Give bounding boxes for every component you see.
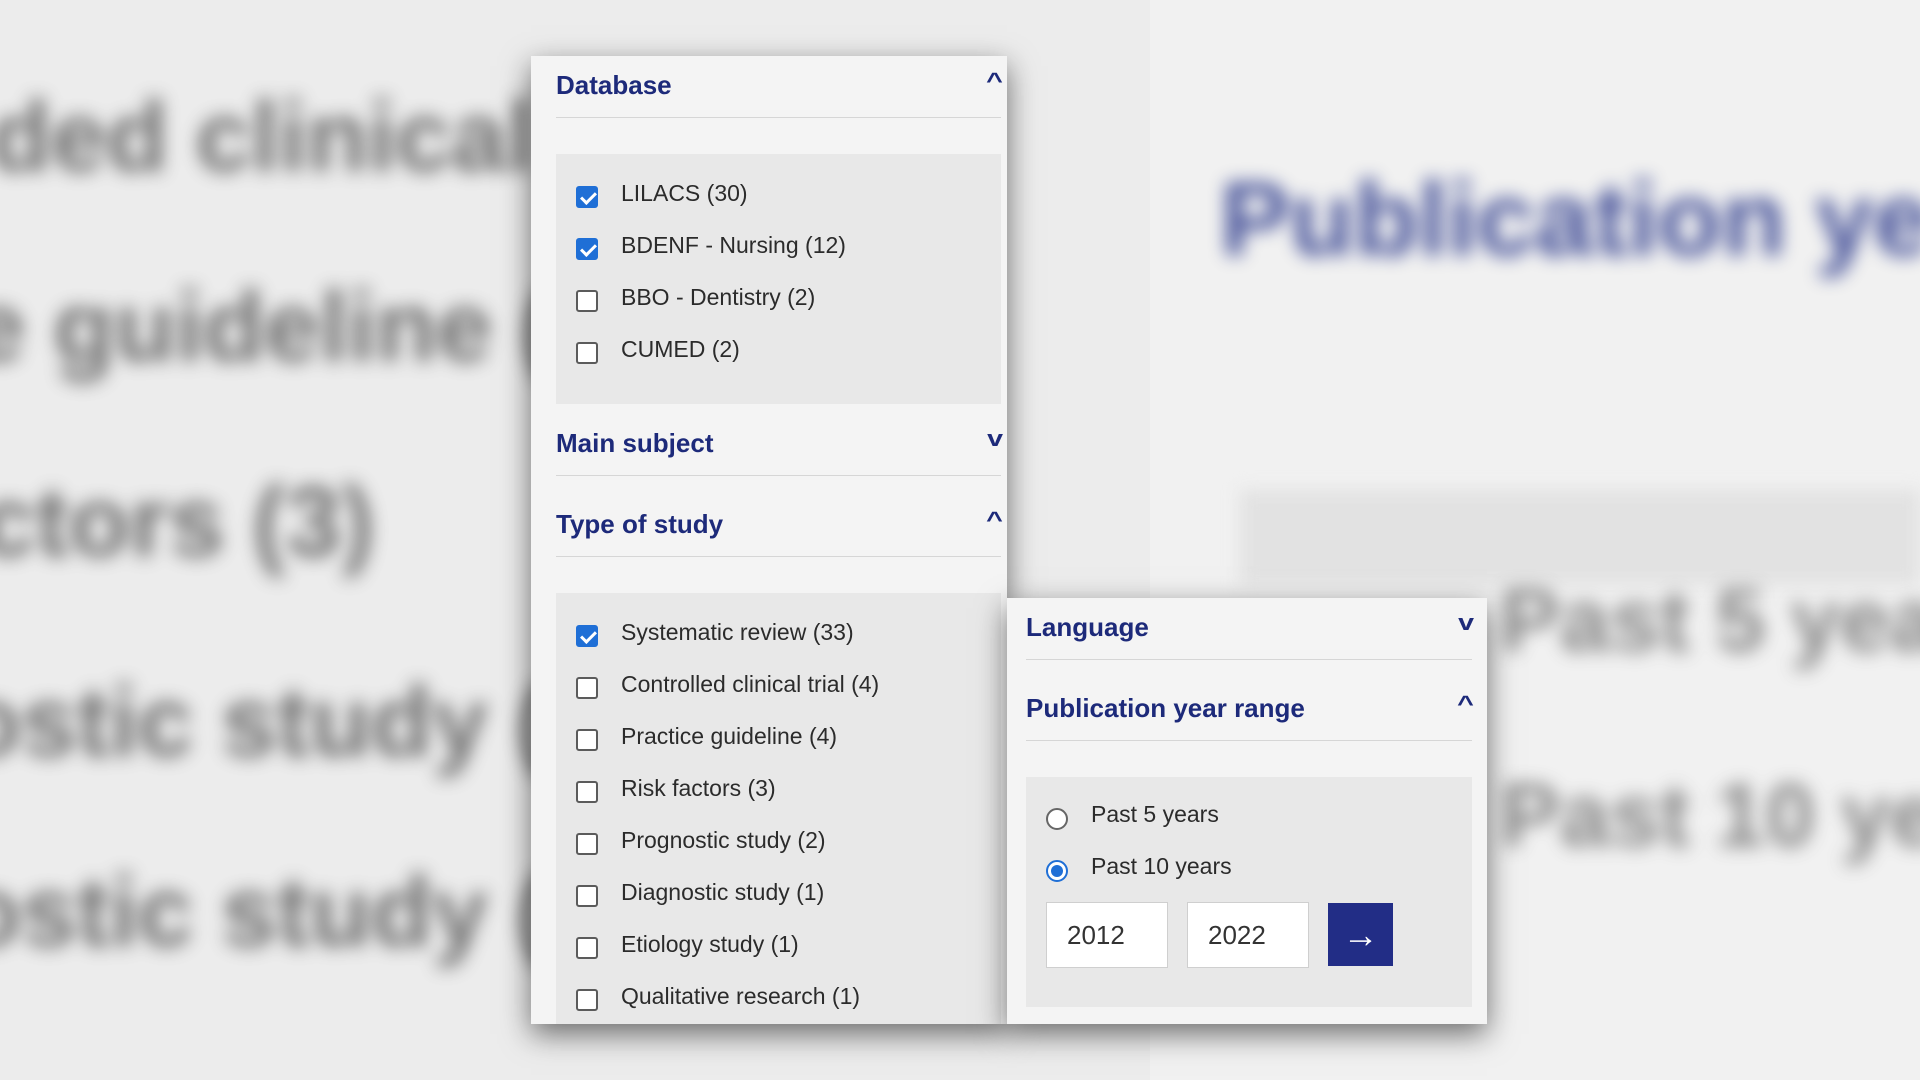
option-label: Diagnostic study (1) [621, 879, 825, 905]
checkbox-systematic-review[interactable] [576, 625, 598, 647]
option-label: Past 5 years [1091, 801, 1219, 827]
background-text: ostic study (2 [0, 666, 605, 778]
language-title: Language [1026, 612, 1149, 642]
background-text: ctors (3) [0, 466, 375, 578]
filter-panel-left: Database ^ LILACS (30) BDENF - Nursing (… [531, 56, 1007, 1024]
type-of-study-title: Type of study [556, 509, 724, 539]
checkbox-practice-guideline[interactable] [576, 729, 598, 751]
from-year-input[interactable]: 2012 [1046, 902, 1168, 968]
background-text: Publication ye [1220, 161, 1920, 278]
type-of-study-header[interactable]: Type of study ^ [556, 495, 1003, 557]
option-label: Risk factors (3) [621, 775, 776, 801]
chevron-up-icon[interactable]: ^ [986, 509, 1003, 531]
option-label: LILACS (30) [621, 180, 748, 206]
radio-past-5-years[interactable] [1046, 808, 1068, 830]
background-text: e guideline (4 [0, 271, 610, 383]
radio-past-10-years[interactable] [1046, 860, 1068, 882]
option-label: Qualitative research (1) [621, 983, 861, 1009]
publication-year-range-header[interactable]: Publication year range ^ [1026, 679, 1474, 741]
apply-year-range-button[interactable]: → [1328, 903, 1393, 966]
chevron-up-icon[interactable]: ^ [986, 70, 1003, 92]
option-label: Prognostic study (2) [621, 827, 826, 853]
filter-panel-right: Language v Publication year range ^ Past… [1007, 598, 1487, 1024]
background-text: Past 5 years [1500, 571, 1920, 671]
main-subject-header[interactable]: Main subject v [556, 414, 1003, 476]
option-label: BBO - Dentistry (2) [621, 284, 816, 310]
arrow-right-icon: → [1342, 914, 1379, 955]
chevron-down-icon[interactable]: v [987, 428, 1003, 450]
option-label: Past 10 years [1091, 853, 1232, 879]
option-label: BDENF - Nursing (12) [621, 232, 846, 258]
database-header[interactable]: Database ^ [556, 56, 1003, 118]
checkbox-cumed[interactable] [576, 342, 598, 364]
background-text: Past 10 years [1500, 766, 1920, 866]
checkbox-diagnostic-study[interactable] [576, 885, 598, 907]
database-options: LILACS (30) BDENF - Nursing (12) BBO - D… [556, 154, 1001, 404]
option-label: Systematic review (33) [621, 619, 854, 645]
checkbox-prognostic-study[interactable] [576, 833, 598, 855]
option-label: Etiology study (1) [621, 931, 799, 957]
chevron-up-icon[interactable]: ^ [1457, 693, 1474, 715]
checkbox-risk-factors[interactable] [576, 781, 598, 803]
language-header[interactable]: Language v [1026, 598, 1474, 660]
checkbox-etiology-study[interactable] [576, 937, 598, 959]
background-text: ostic study (1 [0, 856, 605, 968]
publication-year-range-title: Publication year range [1026, 693, 1305, 723]
main-subject-title: Main subject [556, 428, 714, 458]
to-year-input[interactable]: 2022 [1187, 902, 1309, 968]
chevron-down-icon[interactable]: v [1458, 612, 1474, 634]
checkbox-qualitative-research[interactable] [576, 989, 598, 1011]
year-range-options: Past 5 years Past 10 years 2012 2022 → [1026, 777, 1472, 1007]
checkbox-lilacs[interactable] [576, 186, 598, 208]
checkbox-bbo[interactable] [576, 290, 598, 312]
checkbox-controlled-clinical-trial[interactable] [576, 677, 598, 699]
option-label: Practice guideline (4) [621, 723, 838, 749]
option-label: CUMED (2) [621, 336, 740, 362]
type-of-study-options: Systematic review (33) Controlled clinic… [556, 593, 1001, 1024]
option-label: Controlled clinical trial (4) [621, 671, 880, 697]
database-title: Database [556, 70, 672, 100]
checkbox-bdenf[interactable] [576, 238, 598, 260]
